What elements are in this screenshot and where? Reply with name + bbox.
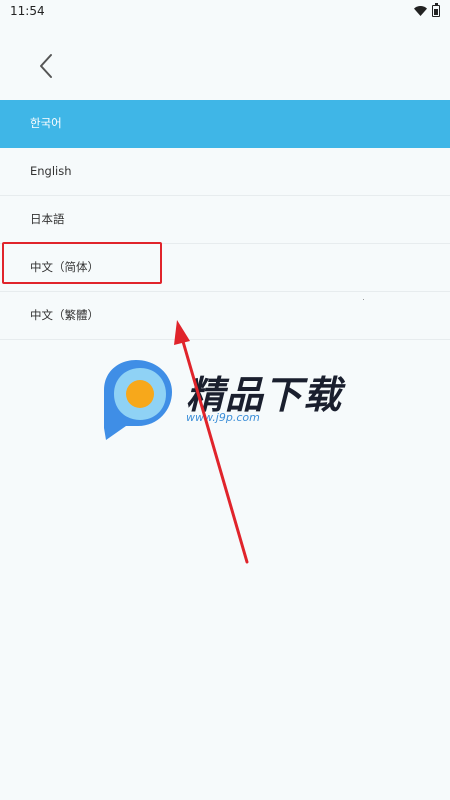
watermark: 精品下载 www.j9p.com [100, 358, 360, 442]
speck [363, 299, 364, 300]
language-item-english[interactable]: English [0, 148, 450, 196]
status-bar: 11:54 [0, 0, 450, 22]
back-button[interactable] [28, 48, 64, 84]
chevron-left-icon [40, 54, 52, 78]
language-item-chinese-traditional[interactable]: 中文（繁體） [0, 292, 450, 340]
language-item-korean[interactable]: 한국어 [0, 100, 450, 148]
battery-icon [432, 3, 440, 17]
language-item-japanese[interactable]: 日本語 [0, 196, 450, 244]
wifi-icon [414, 6, 427, 16]
status-time: 11:54 [10, 4, 45, 18]
status-icons [414, 3, 440, 17]
annotation-highlight-box [2, 242, 162, 284]
language-list: 한국어 English 日本語 中文（简体） 中文（繁體） [0, 100, 450, 340]
watermark-logo-icon [104, 360, 172, 440]
watermark-url: www.j9p.com [186, 411, 260, 424]
